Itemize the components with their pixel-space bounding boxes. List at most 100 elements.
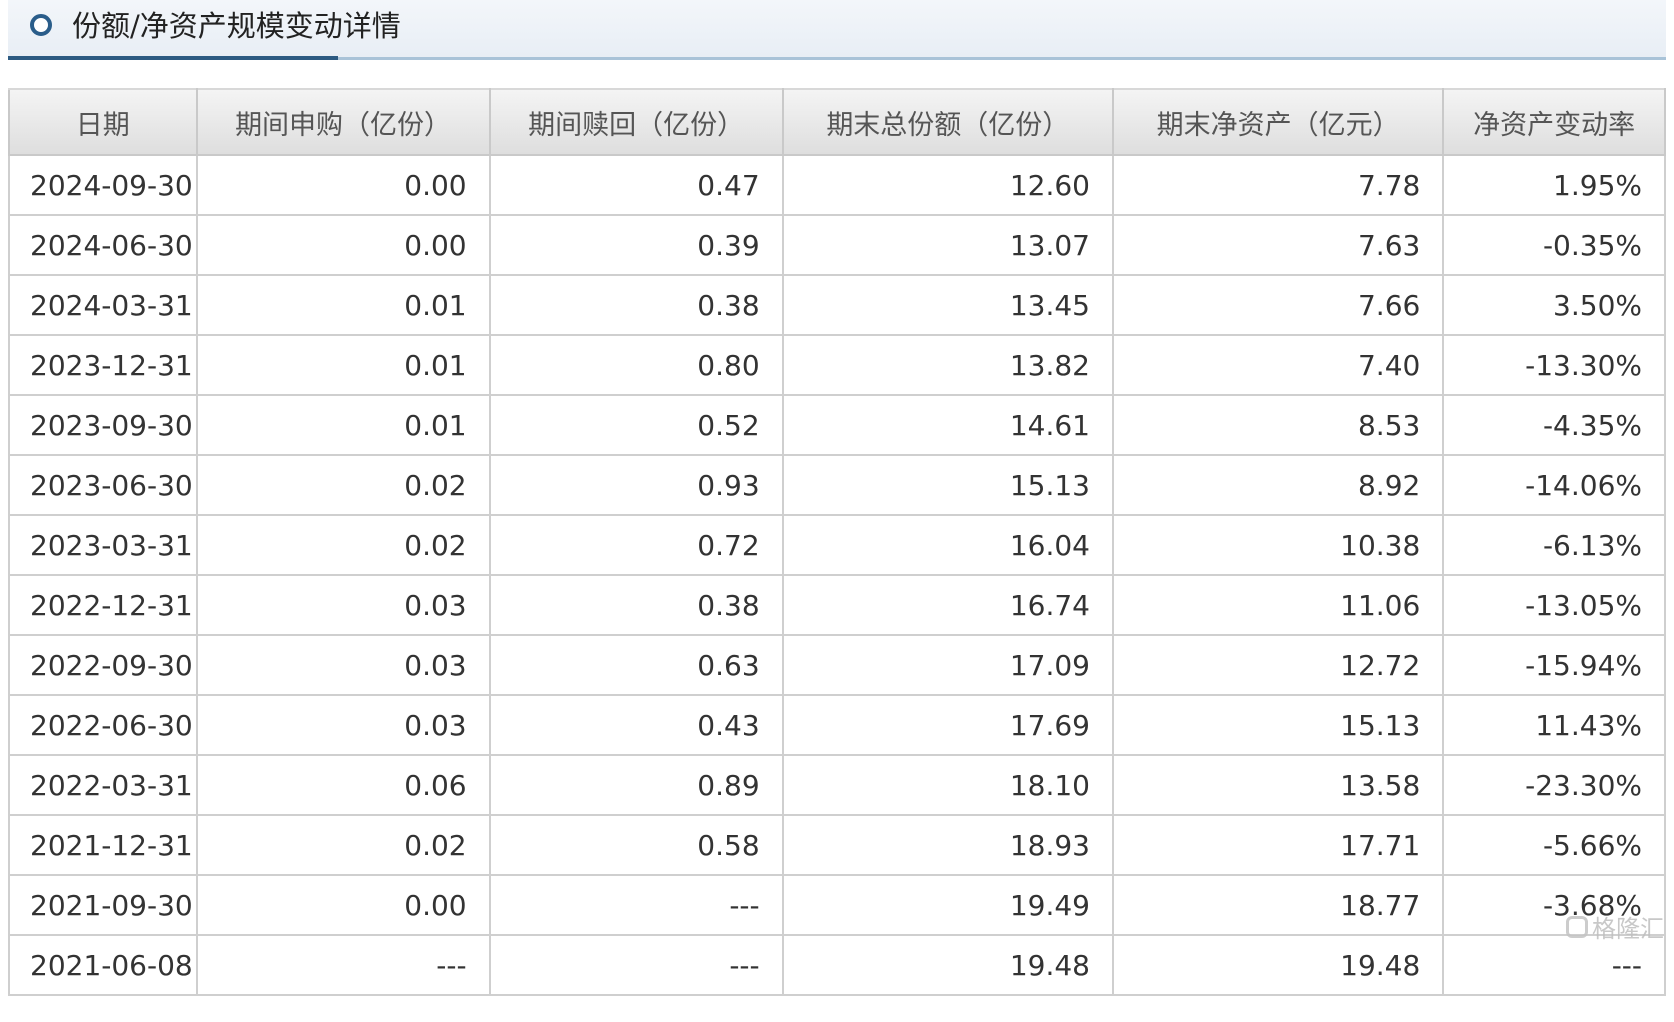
cell-date: 2021-06-08 xyxy=(8,934,198,996)
cell-subscription: 0.00 xyxy=(195,874,491,936)
table-row: 2021-12-31 0.02 0.58 18.93 17.71 -5.66% xyxy=(8,814,1666,876)
table-row: 2023-06-30 0.02 0.93 15.13 8.92 -14.06% xyxy=(8,454,1666,516)
cell-date: 2022-12-31 xyxy=(8,574,198,636)
cell-net-assets: 7.66 xyxy=(1111,274,1445,336)
cell-net-assets: 15.13 xyxy=(1111,694,1445,756)
header-net-assets: 期末净资产（亿元） xyxy=(1111,88,1445,156)
header-subscription: 期间申购（亿份） xyxy=(195,88,491,156)
cell-date: 2023-12-31 xyxy=(8,334,198,396)
cell-change-rate: 3.50% xyxy=(1442,274,1666,336)
cell-change-rate: -5.66% xyxy=(1442,814,1666,876)
cell-total-shares: 17.09 xyxy=(781,634,1114,696)
cell-change-rate: -6.13% xyxy=(1442,514,1666,576)
header-change-rate: 净资产变动率 xyxy=(1442,88,1666,156)
cell-subscription: 0.00 xyxy=(195,154,491,216)
table-row: 2021-06-08 --- --- 19.48 19.48 --- xyxy=(8,934,1666,996)
table-row: 2022-12-31 0.03 0.38 16.74 11.06 -13.05% xyxy=(8,574,1666,636)
cell-change-rate: -15.94% xyxy=(1442,634,1666,696)
cell-net-assets: 13.58 xyxy=(1111,754,1445,816)
cell-total-shares: 13.82 xyxy=(781,334,1114,396)
cell-net-assets: 10.38 xyxy=(1111,514,1445,576)
cell-net-assets: 19.48 xyxy=(1111,934,1445,996)
cell-date: 2023-09-30 xyxy=(8,394,198,456)
cell-total-shares: 16.04 xyxy=(781,514,1114,576)
circle-bullet-icon xyxy=(30,14,52,36)
cell-change-rate: -23.30% xyxy=(1442,754,1666,816)
cell-date: 2024-09-30 xyxy=(8,154,198,216)
table-row: 2023-09-30 0.01 0.52 14.61 8.53 -4.35% xyxy=(8,394,1666,456)
cell-subscription: 0.03 xyxy=(195,694,491,756)
section-title-bar: 份额/净资产规模变动详情 xyxy=(8,0,1666,60)
cell-total-shares: 12.60 xyxy=(781,154,1114,216)
cell-net-assets: 8.92 xyxy=(1111,454,1445,516)
cell-net-assets: 18.77 xyxy=(1111,874,1445,936)
cell-redemption: --- xyxy=(488,934,784,996)
header-total-shares: 期末总份额（亿份） xyxy=(781,88,1114,156)
cell-date: 2021-12-31 xyxy=(8,814,198,876)
cell-date: 2022-06-30 xyxy=(8,694,198,756)
cell-redemption: 0.80 xyxy=(488,334,784,396)
header-date: 日期 xyxy=(8,88,198,156)
cell-date: 2024-06-30 xyxy=(8,214,198,276)
cell-total-shares: 14.61 xyxy=(781,394,1114,456)
cell-redemption: 0.39 xyxy=(488,214,784,276)
cell-total-shares: 13.45 xyxy=(781,274,1114,336)
cell-change-rate: -14.06% xyxy=(1442,454,1666,516)
watermark: 格隆汇 xyxy=(1566,909,1664,944)
section-panel: 份额/净资产规模变动详情 xyxy=(8,0,1666,60)
section-title: 份额/净资产规模变动详情 xyxy=(72,9,401,43)
cell-subscription: 0.03 xyxy=(195,634,491,696)
cell-date: 2022-09-30 xyxy=(8,634,198,696)
cell-change-rate: --- xyxy=(1442,934,1666,996)
cell-redemption: --- xyxy=(488,874,784,936)
cell-change-rate: -13.05% xyxy=(1442,574,1666,636)
table-row: 2022-09-30 0.03 0.63 17.09 12.72 -15.94% xyxy=(8,634,1666,696)
table-row: 2024-09-30 0.00 0.47 12.60 7.78 1.95% xyxy=(8,154,1666,216)
cell-date: 2023-06-30 xyxy=(8,454,198,516)
cell-date: 2024-03-31 xyxy=(8,274,198,336)
header-redemption: 期间赎回（亿份） xyxy=(488,88,784,156)
cell-net-assets: 7.78 xyxy=(1111,154,1445,216)
cell-redemption: 0.38 xyxy=(488,274,784,336)
watermark-logo-icon xyxy=(1566,915,1588,938)
cell-total-shares: 19.49 xyxy=(781,874,1114,936)
cell-subscription: 0.01 xyxy=(195,274,491,336)
table-row: 2022-06-30 0.03 0.43 17.69 15.13 11.43% xyxy=(8,694,1666,756)
cell-net-assets: 8.53 xyxy=(1111,394,1445,456)
cell-subscription: 0.06 xyxy=(195,754,491,816)
cell-net-assets: 12.72 xyxy=(1111,634,1445,696)
cell-net-assets: 7.63 xyxy=(1111,214,1445,276)
cell-change-rate: -13.30% xyxy=(1442,334,1666,396)
cell-total-shares: 17.69 xyxy=(781,694,1114,756)
table-header-row: 日期 期间申购（亿份） 期间赎回（亿份） 期末总份额（亿份） 期末净资产（亿元）… xyxy=(8,88,1666,156)
cell-total-shares: 19.48 xyxy=(781,934,1114,996)
fund-scale-table: 日期 期间申购（亿份） 期间赎回（亿份） 期末总份额（亿份） 期末净资产（亿元）… xyxy=(8,88,1666,996)
cell-redemption: 0.58 xyxy=(488,814,784,876)
cell-change-rate: -0.35% xyxy=(1442,214,1666,276)
cell-subscription: --- xyxy=(195,934,491,996)
table-row: 2021-09-30 0.00 --- 19.49 18.77 -3.68% xyxy=(8,874,1666,936)
cell-total-shares: 15.13 xyxy=(781,454,1114,516)
watermark-text: 格隆汇 xyxy=(1592,915,1664,943)
cell-subscription: 0.03 xyxy=(195,574,491,636)
table-row: 2022-03-31 0.06 0.89 18.10 13.58 -23.30% xyxy=(8,754,1666,816)
cell-total-shares: 18.93 xyxy=(781,814,1114,876)
cell-redemption: 0.72 xyxy=(488,514,784,576)
table-row: 2024-06-30 0.00 0.39 13.07 7.63 -0.35% xyxy=(8,214,1666,276)
cell-subscription: 0.00 xyxy=(195,214,491,276)
cell-redemption: 0.89 xyxy=(488,754,784,816)
cell-change-rate: -4.35% xyxy=(1442,394,1666,456)
cell-redemption: 0.52 xyxy=(488,394,784,456)
table-row: 2023-03-31 0.02 0.72 16.04 10.38 -6.13% xyxy=(8,514,1666,576)
cell-redemption: 0.43 xyxy=(488,694,784,756)
cell-total-shares: 13.07 xyxy=(781,214,1114,276)
cell-subscription: 0.01 xyxy=(195,334,491,396)
cell-total-shares: 18.10 xyxy=(781,754,1114,816)
cell-change-rate: 1.95% xyxy=(1442,154,1666,216)
cell-date: 2023-03-31 xyxy=(8,514,198,576)
cell-change-rate: 11.43% xyxy=(1442,694,1666,756)
table-row: 2024-03-31 0.01 0.38 13.45 7.66 3.50% xyxy=(8,274,1666,336)
cell-date: 2021-09-30 xyxy=(8,874,198,936)
cell-subscription: 0.02 xyxy=(195,454,491,516)
table-body: 2024-09-30 0.00 0.47 12.60 7.78 1.95% 2024-06-… xyxy=(8,154,1666,996)
